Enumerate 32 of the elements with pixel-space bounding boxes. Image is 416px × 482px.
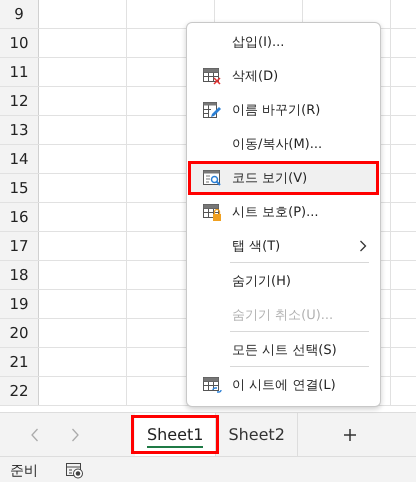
row-number: 14 xyxy=(0,145,39,173)
row-number: 17 xyxy=(0,232,39,260)
row-number: 9 xyxy=(0,0,39,28)
row-number: 12 xyxy=(0,87,39,115)
row-number: 22 xyxy=(0,377,39,405)
macro-record-icon[interactable] xyxy=(66,462,84,478)
menu-item[interactable]: 숨기기(H) xyxy=(190,264,377,298)
menu-item[interactable]: 삽입(I)... xyxy=(190,25,377,59)
grid-link-icon xyxy=(202,375,222,395)
row-number: 20 xyxy=(0,319,39,347)
sheet-tab[interactable]: Sheet2 xyxy=(216,413,298,456)
code-window-icon xyxy=(202,168,222,188)
row-number: 19 xyxy=(0,290,39,318)
menu-item[interactable]: 이 시트에 연결(L) xyxy=(190,368,377,402)
row-number: 15 xyxy=(0,174,39,202)
menu-item[interactable]: 이동/복사(M)... xyxy=(190,127,377,161)
row-number: 13 xyxy=(0,116,39,144)
chevron-right-icon xyxy=(359,240,367,252)
row-number: 10 xyxy=(0,29,39,57)
menu-item[interactable]: 시트 보호(P)... xyxy=(190,195,377,229)
menu-item[interactable]: 삭제(D) xyxy=(190,59,377,93)
menu-item[interactable]: 코드 보기(V) xyxy=(190,161,377,195)
grid-lock-icon xyxy=(202,202,222,222)
row-number: 18 xyxy=(0,261,39,289)
grid-delete-icon xyxy=(202,66,222,86)
row-number: 11 xyxy=(0,58,39,86)
row-number: 16 xyxy=(0,203,39,231)
menu-item[interactable]: 이름 바꾸기(R) xyxy=(190,93,377,127)
row-number: 21 xyxy=(0,348,39,376)
status-text: 준비 xyxy=(10,462,38,480)
add-sheet-icon[interactable] xyxy=(342,428,357,442)
grid-pencil-icon xyxy=(202,100,222,120)
